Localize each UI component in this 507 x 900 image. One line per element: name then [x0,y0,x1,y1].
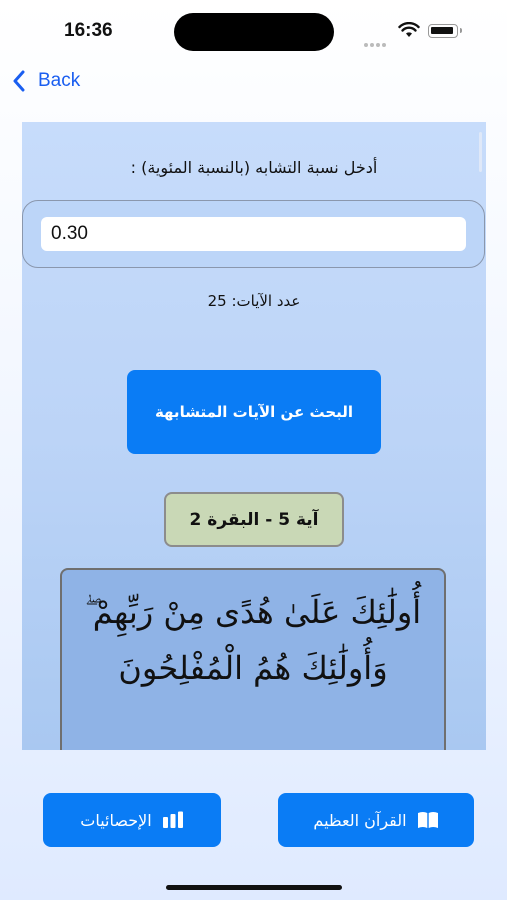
verses-count: 25 :عدد الآيات [207,292,301,310]
cellular-signal-icon [364,32,388,51]
chevron-left-icon [13,70,25,92]
content-scroll-panel[interactable]: أدخل نسبة التشابه (بالنسبة المئوية) : 25… [22,122,486,750]
similarity-prompt: أدخل نسبة التشابه (بالنسبة المئوية) : [130,158,378,177]
verse-card: أُولَٰئِكَ عَلَىٰ هُدًى مِنْ رَبِّهِمْ ۖ… [60,568,446,750]
status-time: 16:36 [64,20,113,41]
dynamic-island [174,13,334,51]
search-similar-verses-button[interactable]: البحث عن الآيات المتشابهة [127,370,381,454]
back-label: Back [38,70,81,91]
statistics-button[interactable]: الإحصائيات [43,793,221,847]
quran-button-label: القرآن العظيم [313,810,407,830]
verse-text: أُولَٰئِكَ عَلَىٰ هُدًى مِنْ رَبِّهِمْ ۖ… [84,593,422,687]
chart-bar-icon [162,811,183,828]
battery-icon [428,24,462,38]
statistics-button-label: الإحصائيات [80,810,152,830]
home-indicator[interactable] [166,885,342,890]
back-button[interactable]: Back [12,66,80,96]
verse-reference-badge: آية 5 - البقرة 2 [164,492,344,547]
wifi-icon [398,22,420,37]
input-card [22,200,485,268]
book-icon [417,812,438,828]
quran-button[interactable]: القرآن العظيم [278,793,474,847]
status-bar: 16:36 [0,0,507,62]
similarity-input[interactable] [41,217,466,251]
